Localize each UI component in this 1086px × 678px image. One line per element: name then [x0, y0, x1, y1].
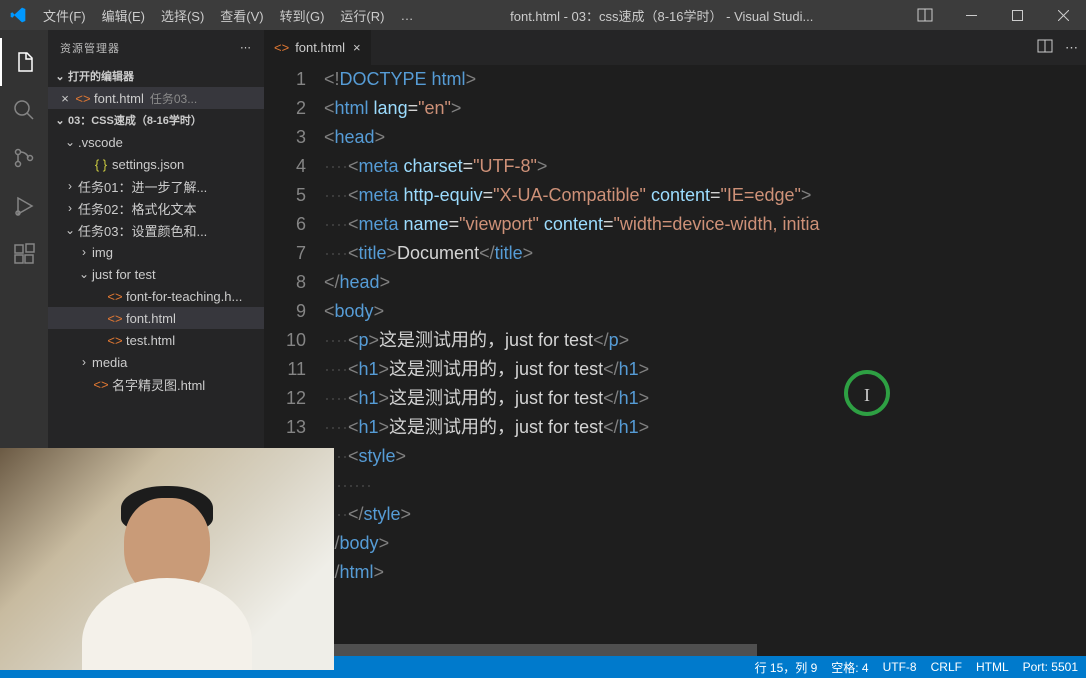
status-encoding[interactable]: UTF-8	[883, 660, 917, 674]
sidebar-title: 资源管理器	[60, 40, 120, 56]
html-file-icon: <>	[106, 311, 124, 326]
editor-area: <> font.html × ⋯ 12345678910111213141516…	[264, 30, 1086, 656]
file-hint: 任务03...	[150, 90, 197, 107]
tab-label: font.html	[295, 40, 345, 55]
chevron-right-icon: ›	[62, 201, 78, 215]
tab-close-icon[interactable]: ×	[353, 40, 361, 55]
webcam-overlay	[0, 448, 334, 670]
split-editor-icon[interactable]	[1037, 38, 1053, 57]
menu-item[interactable]: 运行(R)	[332, 0, 392, 30]
close-icon[interactable]: ×	[56, 91, 74, 106]
html-file-icon: <>	[106, 289, 124, 304]
status-port[interactable]: Port: 5501	[1023, 660, 1078, 674]
webcam-person	[82, 480, 252, 670]
tree-folder[interactable]: ⌄.vscode	[48, 131, 264, 153]
source-control-icon[interactable]	[0, 134, 48, 182]
item-label: just for test	[92, 267, 156, 282]
html-file-icon: <>	[74, 91, 92, 106]
menu-item[interactable]: 转到(G)	[272, 0, 333, 30]
item-label: .vscode	[78, 135, 123, 150]
html-file-icon: <>	[106, 333, 124, 348]
item-label: font.html	[126, 311, 176, 326]
sidebar-header: 资源管理器 ⋯	[48, 30, 264, 65]
tree-file[interactable]: <>font.html	[48, 307, 264, 329]
tree-folder[interactable]: ⌄任务03：设置颜色和...	[48, 219, 264, 241]
close-button[interactable]	[1040, 0, 1086, 30]
html-file-icon: <>	[92, 377, 110, 392]
item-label: 任务03：设置颜色和...	[78, 221, 207, 240]
chevron-down-icon: ⌄	[62, 135, 78, 149]
status-line-col[interactable]: 行 15，列 9	[755, 659, 818, 676]
menu-item[interactable]: 选择(S)	[153, 0, 212, 30]
tree-file[interactable]: <>test.html	[48, 329, 264, 351]
status-eol[interactable]: CRLF	[931, 660, 962, 674]
tree-file[interactable]: <>font-for-teaching.h...	[48, 285, 264, 307]
item-label: 任务01：进一步了解...	[78, 177, 207, 196]
tree-folder[interactable]: ⌄just for test	[48, 263, 264, 285]
search-icon[interactable]	[0, 86, 48, 134]
open-editor-item[interactable]: ×<>font.html 任务03...	[48, 87, 264, 109]
tab-font-html[interactable]: <> font.html ×	[264, 30, 372, 65]
code-editor[interactable]: 123456789101112131415161718 <!DOCTYPE ht…	[264, 65, 1086, 644]
editor-tabs: <> font.html × ⋯	[264, 30, 1086, 65]
chevron-down-icon: ⌄	[62, 223, 78, 237]
tree-folder[interactable]: ›media	[48, 351, 264, 373]
maximize-button[interactable]	[994, 0, 1040, 30]
item-label: font-for-teaching.h...	[126, 289, 242, 304]
file-name: font.html	[94, 91, 144, 106]
chevron-right-icon: ›	[76, 355, 92, 369]
tree-folder[interactable]: ›任务02：格式化文本	[48, 197, 264, 219]
item-label: settings.json	[112, 157, 184, 172]
code-content[interactable]: <!DOCTYPE html><html lang="en"><head>···…	[324, 65, 1086, 644]
item-label: 名字精灵图.html	[112, 375, 205, 394]
chevron-down-icon: ⌄	[76, 267, 92, 281]
menu-item[interactable]: 文件(F)	[35, 0, 94, 30]
title-bar: 文件(F)编辑(E)选择(S)查看(V)转到(G)运行(R)… font.htm…	[0, 0, 1086, 30]
vscode-logo	[0, 7, 35, 23]
tree-folder[interactable]: ›img	[48, 241, 264, 263]
status-language[interactable]: HTML	[976, 660, 1009, 674]
status-spaces[interactable]: 空格: 4	[831, 659, 868, 676]
run-debug-icon[interactable]	[0, 182, 48, 230]
folder-header[interactable]: ⌄03：CSS速成（8-16学时）	[48, 109, 264, 131]
menu-item[interactable]: …	[392, 0, 421, 30]
menu-item[interactable]: 查看(V)	[212, 0, 271, 30]
chevron-right-icon: ›	[76, 245, 92, 259]
layout-icon[interactable]	[902, 0, 948, 30]
tree-folder[interactable]: ›任务01：进一步了解...	[48, 175, 264, 197]
item-label: media	[92, 355, 127, 370]
open-editors-header[interactable]: ⌄打开的编辑器	[48, 65, 264, 87]
item-label: 任务02：格式化文本	[78, 199, 196, 218]
sidebar-more-icon[interactable]: ⋯	[240, 41, 252, 54]
editor-more-icon[interactable]: ⋯	[1065, 40, 1078, 56]
minimize-button[interactable]	[948, 0, 994, 30]
extensions-icon[interactable]	[0, 230, 48, 278]
chevron-right-icon: ›	[62, 179, 78, 193]
item-label: img	[92, 245, 113, 260]
menu-item[interactable]: 编辑(E)	[94, 0, 153, 30]
html-file-icon: <>	[274, 40, 289, 55]
tree-file[interactable]: { }settings.json	[48, 153, 264, 175]
explorer-icon[interactable]	[0, 38, 48, 86]
open-editors-label: 打开的编辑器	[68, 68, 134, 84]
window-title: font.html - 03：css速成（8-16学时） - Visual St…	[421, 6, 902, 25]
tree-file[interactable]: <>名字精灵图.html	[48, 373, 264, 395]
window-controls	[902, 0, 1086, 30]
folder-label: 03：CSS速成（8-16学时）	[68, 112, 202, 128]
horizontal-scrollbar[interactable]	[264, 644, 1086, 656]
menu-bar: 文件(F)编辑(E)选择(S)查看(V)转到(G)运行(R)…	[35, 0, 421, 30]
item-label: test.html	[126, 333, 175, 348]
json-file-icon: { }	[92, 157, 110, 172]
